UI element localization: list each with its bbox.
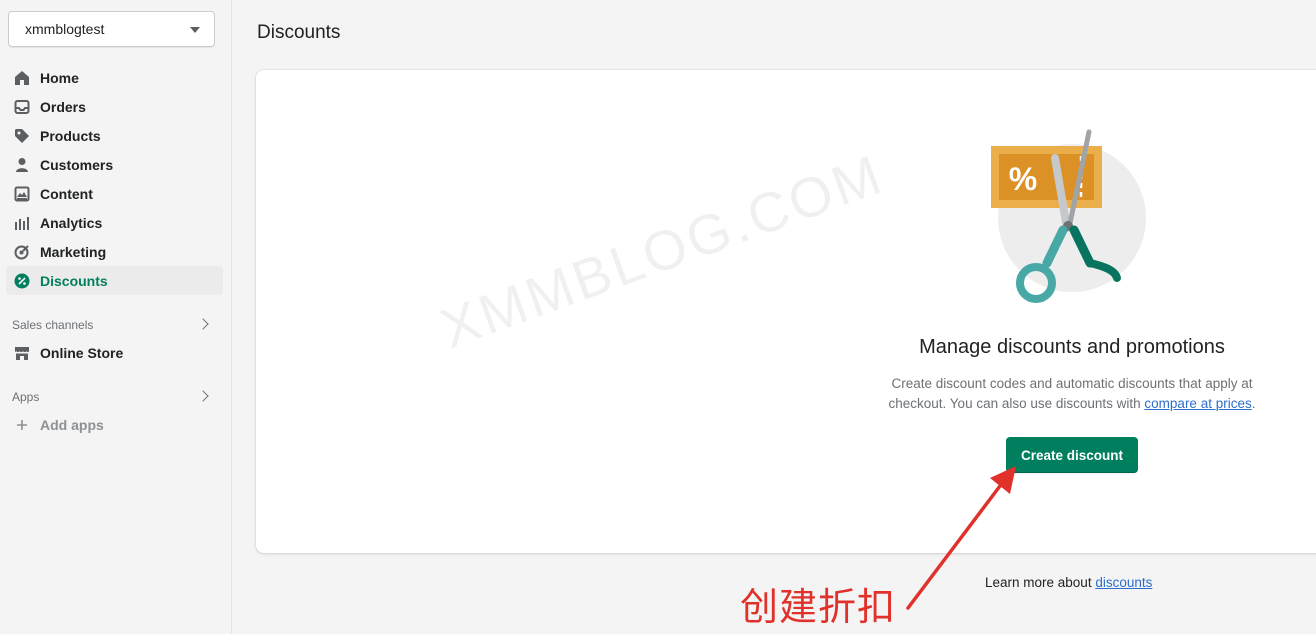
nav-item-label: Home — [40, 69, 79, 86]
nav-item-label: Discounts — [40, 272, 108, 289]
description-end: . — [1251, 396, 1256, 411]
sidebar: xmmblogtest Home Orders Products Custome… — [0, 0, 232, 634]
target-icon — [14, 244, 30, 260]
nav-item-label: Customers — [40, 156, 114, 173]
nav-item-label: Analytics — [40, 214, 103, 231]
annotation-label: 创建折扣 — [740, 585, 897, 629]
nav-item-label: Add apps — [40, 416, 104, 433]
main-nav: Home Orders Products Customers Content A… — [6, 63, 223, 295]
nav-list-sales-channels: Online Store — [6, 338, 223, 367]
nav-item-label: Content — [40, 185, 93, 202]
scissors-coupon-illustration: % — [985, 128, 1150, 313]
nav-item-customers[interactable]: Customers — [6, 150, 223, 179]
nav-item-label: Products — [40, 127, 101, 144]
nav-item-content[interactable]: Content — [6, 179, 223, 208]
store-selector-label: xmmblogtest — [25, 21, 105, 37]
discounts-help-link[interactable]: discounts — [1095, 575, 1152, 590]
tag-icon — [14, 128, 30, 144]
compare-at-prices-link[interactable]: compare at prices — [1144, 396, 1251, 411]
home-icon — [14, 70, 30, 86]
plus-icon — [14, 417, 30, 433]
empty-state-heading: Manage discounts and promotions — [919, 336, 1225, 358]
page-title: Discounts — [257, 22, 341, 43]
empty-state-description: Create discount codes and automatic disc… — [870, 374, 1274, 414]
annotation-arrow-icon — [906, 466, 1016, 610]
discount-icon — [14, 273, 30, 289]
nav-item-label: Online Store — [40, 344, 124, 361]
sales-channels-label: Sales channels — [12, 318, 94, 332]
nav-item-add-apps[interactable]: Add apps — [6, 410, 223, 439]
nav-item-orders[interactable]: Orders — [6, 92, 223, 121]
chevron-right-icon[interactable] — [197, 390, 209, 402]
nav-item-marketing[interactable]: Marketing — [6, 237, 223, 266]
create-discount-button[interactable]: Create discount — [1006, 437, 1138, 473]
apps-label: Apps — [12, 390, 40, 404]
nav-item-label: Marketing — [40, 243, 107, 260]
bar-chart-icon — [14, 215, 30, 231]
nav-item-products[interactable]: Products — [6, 121, 223, 150]
nav-item-label: Orders — [40, 98, 86, 115]
caret-down-icon — [190, 27, 200, 33]
store-icon — [14, 345, 30, 361]
content-icon — [14, 186, 30, 202]
svg-text:%: % — [1009, 161, 1037, 197]
chevron-right-icon[interactable] — [197, 318, 209, 330]
nav-item-discounts[interactable]: Discounts — [6, 266, 223, 295]
orders-icon — [14, 99, 30, 115]
nav-item-analytics[interactable]: Analytics — [6, 208, 223, 237]
nav-list-apps: Add apps — [6, 410, 223, 439]
nav-item-online-store[interactable]: Online Store — [6, 338, 223, 367]
nav-item-home[interactable]: Home — [6, 63, 223, 92]
store-selector[interactable]: xmmblogtest — [8, 11, 215, 47]
empty-state-card — [256, 70, 1316, 553]
person-icon — [14, 157, 30, 173]
